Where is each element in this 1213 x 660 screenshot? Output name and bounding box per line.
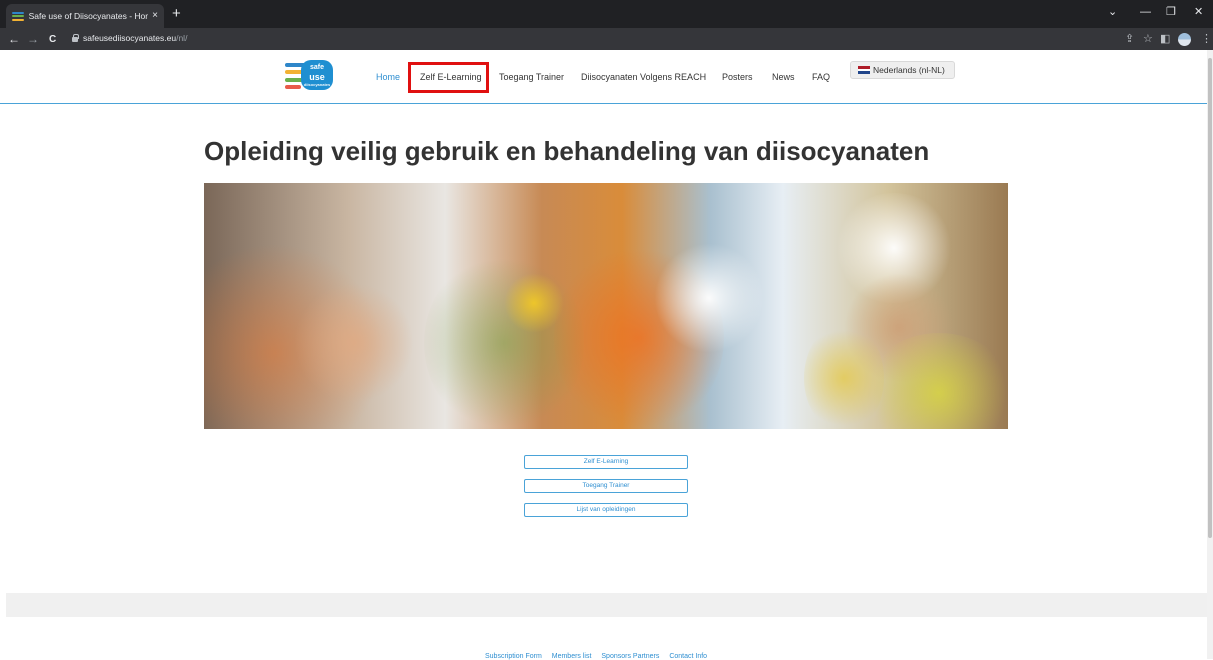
- browser-tab[interactable]: Safe use of Diisocyanates - Home ×: [6, 4, 164, 28]
- browser-menu-icon[interactable]: ⋮: [1201, 32, 1212, 46]
- language-selector[interactable]: Nederlands (nl-NL): [850, 61, 955, 79]
- new-tab-button[interactable]: +: [172, 5, 181, 23]
- language-label: Nederlands (nl-NL): [873, 65, 945, 75]
- lijst-van-opleidingen-button[interactable]: Lijst van opleidingen: [524, 503, 688, 517]
- profile-avatar[interactable]: [1178, 33, 1191, 46]
- close-window-button[interactable]: ✕: [1194, 5, 1203, 19]
- back-button[interactable]: ←: [8, 31, 20, 47]
- logo-bubble: safe use diisocyanates: [301, 60, 333, 90]
- zelf-e-learning-button[interactable]: Zelf E-Learning: [524, 455, 688, 469]
- nav-faq[interactable]: FAQ: [812, 72, 830, 82]
- nav-toegang-trainer[interactable]: Toegang Trainer: [499, 72, 564, 82]
- browser-tab-strip: Safe use of Diisocyanates - Home × + ⌄ —…: [0, 0, 1213, 28]
- logo-text-diisocyanates: diisocyanates: [303, 82, 331, 87]
- toegang-trainer-button[interactable]: Toegang Trainer: [524, 479, 688, 493]
- tab-search-icon[interactable]: ⌄: [1108, 5, 1117, 19]
- tab-close-icon[interactable]: ×: [152, 11, 158, 21]
- logo-bar: [285, 84, 301, 89]
- logo-text-safe: safe: [309, 64, 324, 71]
- maximize-button[interactable]: ❐: [1166, 5, 1176, 19]
- highlight-box: [408, 62, 489, 93]
- nav-home[interactable]: Home: [376, 72, 400, 82]
- site-favicon-icon: [12, 11, 24, 21]
- nav-news[interactable]: News: [772, 72, 795, 82]
- bookmark-star-icon[interactable]: ☆: [1143, 32, 1153, 46]
- nav-posters[interactable]: Posters: [722, 72, 753, 82]
- share-icon[interactable]: ⇪: [1125, 32, 1134, 46]
- forward-button[interactable]: →: [27, 31, 39, 47]
- hero-image: [204, 183, 1008, 429]
- url-field[interactable]: safeusediisocyanates.eu/nl/: [83, 33, 187, 43]
- site-logo[interactable]: safe use diisocyanates: [285, 58, 335, 94]
- logo-text-use: use: [309, 72, 325, 82]
- url-path: /nl/: [176, 33, 188, 43]
- footer-band: [6, 593, 1207, 617]
- nav-diisocyanaten-volgens-reach[interactable]: Diisocyanaten Volgens REACH: [581, 72, 706, 82]
- scrollbar-thumb[interactable]: [1208, 58, 1212, 538]
- tab-title: Safe use of Diisocyanates - Home: [28, 11, 149, 21]
- page-title: Opleiding veilig gebruik en behandeling …: [204, 136, 930, 166]
- lock-icon[interactable]: [72, 34, 79, 42]
- dutch-flag-icon: [858, 66, 870, 75]
- address-bar: ← → C safeusediisocyanates.eu/nl/ ⇪ ☆ ◧ …: [0, 28, 1213, 50]
- side-panel-icon[interactable]: ◧: [1160, 32, 1170, 46]
- minimize-button[interactable]: —: [1140, 5, 1151, 19]
- url-host: safeusediisocyanates.eu: [83, 33, 177, 43]
- reload-button[interactable]: C: [49, 32, 56, 48]
